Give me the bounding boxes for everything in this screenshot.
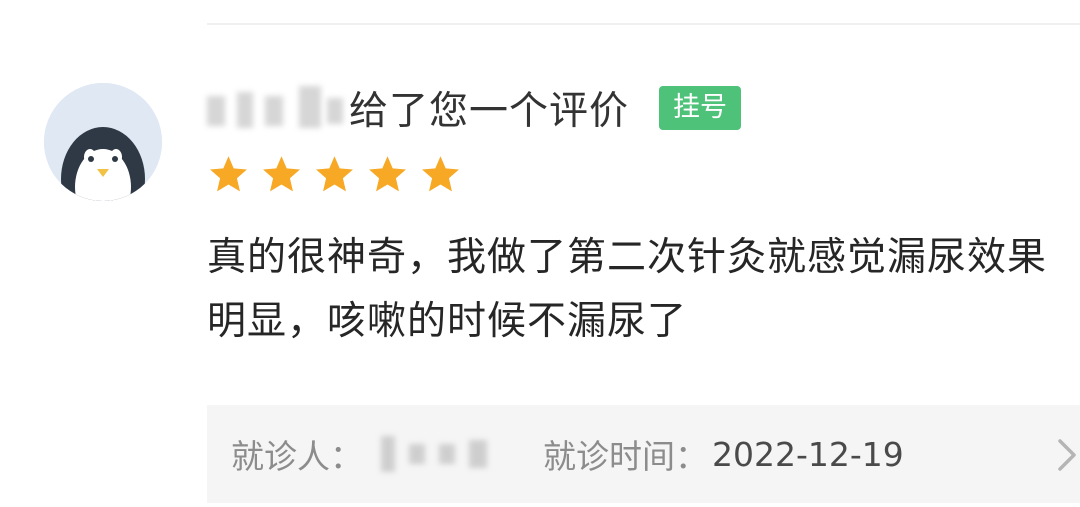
registration-badge: 挂号 bbox=[659, 86, 742, 130]
review-content: 真的很神奇，我做了第二次针灸就感觉漏尿效果明显，咳嗽的时候不漏尿了 bbox=[207, 235, 1048, 344]
star-icon bbox=[316, 156, 353, 192]
avatar[interactable] bbox=[44, 83, 162, 201]
penguin-avatar-icon bbox=[44, 83, 162, 201]
patient-label: 就诊人： bbox=[231, 437, 363, 476]
blurred-patient-name bbox=[381, 432, 501, 476]
star-rating bbox=[207, 153, 462, 196]
visit-date: 2022-12-19 bbox=[712, 434, 904, 474]
review-card: 给了您一个评价 挂号 真的很神奇，我做了第二次针灸就感觉漏尿效果明显，咳嗽的时候… bbox=[0, 0, 1080, 507]
blurred-reviewer-name bbox=[207, 82, 347, 134]
review-notice-text: 给了您一个评价 bbox=[349, 89, 630, 134]
star-icon bbox=[422, 156, 459, 192]
visit-time-label: 就诊时间： bbox=[543, 437, 708, 476]
star-icon bbox=[263, 156, 300, 192]
divider bbox=[207, 23, 1080, 25]
visit-info-bar[interactable]: 就诊人： 就诊时间： 2022-12-19 bbox=[207, 405, 1080, 503]
star-icon bbox=[369, 156, 406, 192]
chevron-right-icon[interactable] bbox=[1054, 437, 1080, 473]
reviewer-line: 给了您一个评价 挂号 bbox=[207, 80, 742, 136]
star-icon bbox=[210, 156, 247, 192]
